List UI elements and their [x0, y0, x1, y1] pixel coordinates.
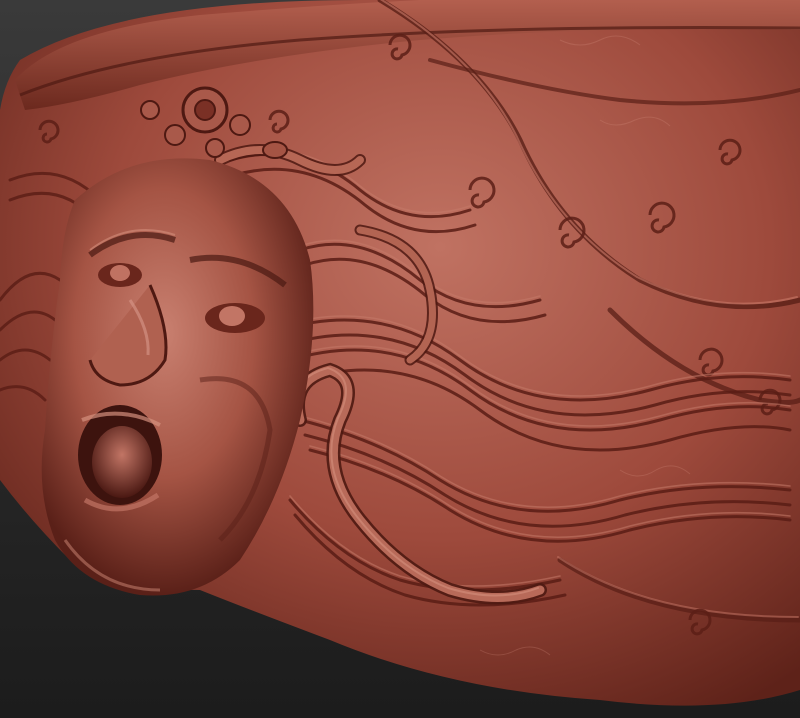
medusa-relief-render	[0, 0, 800, 706]
sculpt-viewport	[0, 0, 800, 718]
